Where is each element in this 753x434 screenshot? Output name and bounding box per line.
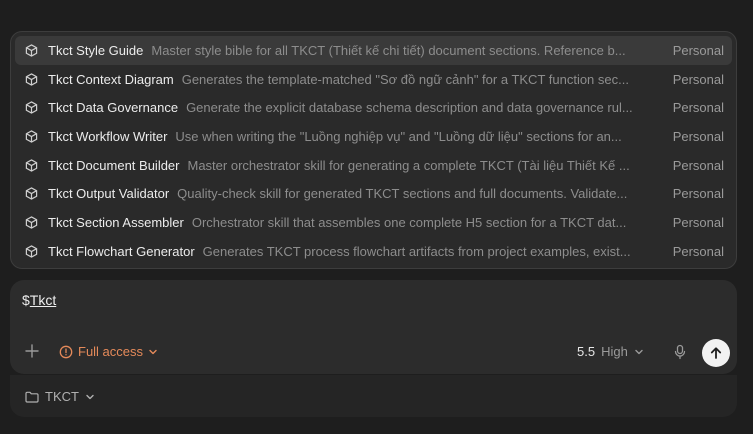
composer-footer: TKCT [10,375,737,417]
skill-item[interactable]: Tkct Section Assembler Orchestrator skil… [15,208,732,237]
skill-item[interactable]: Tkct Style Guide Master style bible for … [15,36,732,65]
skill-item[interactable]: Tkct Workflow Writer Use when writing th… [15,122,732,151]
skill-description: Generates the template-matched "Sơ đồ ng… [181,71,629,87]
prompt-input[interactable]: $Tkct [22,292,56,308]
send-button[interactable] [702,339,730,367]
project-folder-selector[interactable]: TKCT [25,389,95,404]
skill-description: Quality-check skill for generated TKCT s… [177,186,628,202]
skill-description: Orchestrator skill that assembles one co… [191,214,627,230]
microphone-icon [674,344,686,360]
skill-description: Generate the explicit database schema de… [186,100,633,116]
skill-description: Generates TKCT process flowchart artifac… [202,243,631,259]
skill-name: Tkct Section Assembler [48,214,184,230]
skill-name: Tkct Document Builder [48,157,180,173]
skill-scope: Personal [672,100,724,116]
skill-name: Tkct Context Diagram [48,71,174,87]
model-reasoning-level: High [601,344,628,359]
chevron-down-icon [149,349,157,354]
access-level-button[interactable]: Full access [59,344,158,359]
skill-name: Tkct Output Validator [48,186,170,202]
skill-item[interactable]: Tkct Data Governance Generate the explic… [15,93,732,122]
composer: $Tkct Full access 5.5 High [10,280,737,374]
arrow-up-icon [710,347,722,359]
chevron-down-icon [635,349,643,354]
skill-scope: Personal [672,128,724,144]
skill-name: Tkct Style Guide [48,42,144,58]
skill-item[interactable]: Tkct Flowchart Generator Generates TKCT … [15,237,732,266]
skill-description: Master style bible for all TKCT (Thiết k… [151,42,626,58]
cube-icon [25,101,39,115]
skill-description: Use when writing the "Luồng nghiệp vụ" a… [175,128,622,144]
skill-scope: Personal [672,243,724,259]
cube-icon [25,244,39,258]
skill-scope: Personal [672,214,724,230]
cube-icon [25,215,39,229]
skill-name: Tkct Flowchart Generator [48,243,195,259]
skill-scope: Personal [672,186,724,202]
chevron-down-icon [86,394,94,399]
skill-scope: Personal [672,157,724,173]
folder-icon [25,391,39,403]
prompt-prefix: $ [22,292,30,308]
model-version: 5.5 [577,344,596,359]
cube-icon [25,187,39,201]
skill-name: Tkct Data Governance [48,100,179,116]
prompt-skill-token: Tkct [29,292,57,308]
model-selector[interactable]: 5.5 High [577,344,644,359]
access-level-label: Full access [78,344,144,359]
skill-item[interactable]: Tkct Output Validator Quality-check skil… [15,179,732,208]
skill-name: Tkct Workflow Writer [48,128,168,144]
cube-icon [25,72,39,86]
skill-suggestion-popup: Tkct Style Guide Master style bible for … [10,31,737,269]
skill-item[interactable]: Tkct Context Diagram Generates the templ… [15,65,732,94]
skill-scope: Personal [672,42,724,58]
cube-icon [25,158,39,172]
skill-item[interactable]: Tkct Document Builder Master orchestrato… [15,151,732,180]
skill-scope: Personal [672,71,724,87]
add-attachment-button[interactable] [24,343,40,359]
microphone-button[interactable] [673,344,687,360]
alert-circle-icon [59,345,73,358]
cube-icon [25,129,39,143]
project-folder-label: TKCT [45,389,79,404]
cube-icon [25,43,39,57]
plus-icon [25,344,39,358]
skill-description: Master orchestrator skill for generating… [187,157,630,173]
